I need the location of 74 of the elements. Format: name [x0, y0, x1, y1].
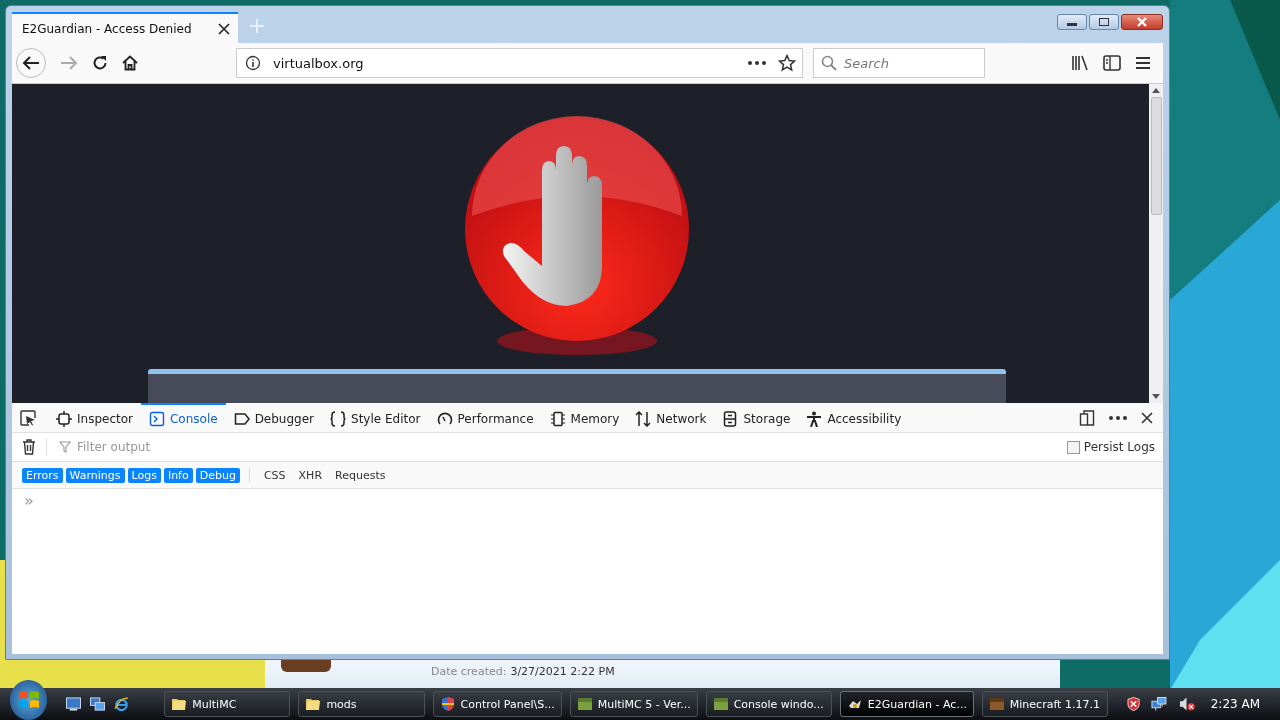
devtools-tab[interactable]: Memory — [541, 403, 628, 432]
address-bar[interactable]: virtualbox.org — [236, 48, 803, 78]
devtools-tab[interactable]: Style Editor — [322, 403, 429, 432]
clock[interactable]: 2:23 AM — [1210, 697, 1261, 711]
accessibility-person-icon — [806, 410, 823, 427]
shield-icon[interactable] — [1126, 696, 1141, 712]
taskbar-button[interactable]: Minecraft 1.17.1 — [981, 691, 1108, 717]
close-button[interactable] — [1121, 14, 1163, 30]
reload-icon[interactable] — [92, 55, 108, 71]
taskbar-button[interactable]: mods — [298, 691, 425, 717]
start-button[interactable] — [10, 680, 48, 720]
window-switch-icon[interactable] — [90, 697, 106, 711]
trash-icon[interactable] — [22, 439, 47, 455]
minimize-button[interactable] — [1057, 14, 1087, 30]
storage-icon — [722, 410, 739, 427]
search-icon — [821, 55, 837, 71]
chip-icon — [549, 410, 566, 427]
request-type-toggle[interactable]: Requests — [330, 467, 391, 483]
request-type-toggle[interactable]: XHR — [293, 467, 328, 483]
devtools-tab[interactable]: Debugger — [225, 403, 323, 432]
sidebar-icon[interactable] — [1103, 55, 1121, 71]
debugger-icon — [233, 410, 250, 427]
date-created-label: Date created: — [431, 665, 507, 678]
scroll-down-icon[interactable] — [1152, 394, 1160, 399]
close-icon[interactable] — [218, 22, 230, 35]
filter-icon — [59, 441, 71, 453]
devtools-tab[interactable]: Accessibility — [798, 403, 910, 432]
maximize-button[interactable] — [1089, 14, 1119, 30]
element-picker-icon[interactable] — [20, 409, 36, 426]
gauge-icon — [436, 410, 453, 427]
console-icon — [149, 410, 165, 427]
info-icon[interactable] — [245, 55, 261, 71]
log-level-toggle[interactable]: Debug — [195, 467, 240, 483]
taskbar-button[interactable]: Control Panel\S... — [432, 691, 562, 717]
dock-icon[interactable] — [1079, 409, 1095, 426]
search-field[interactable]: Search — [813, 48, 985, 78]
folder-icon — [305, 696, 322, 712]
star-icon[interactable] — [778, 54, 796, 72]
muted-speaker-icon[interactable] — [1178, 696, 1196, 712]
scroll-up-icon[interactable] — [1152, 88, 1160, 93]
date-created-value: 3/27/2021 2:22 PM — [510, 665, 615, 678]
desktop-icon[interactable] — [66, 697, 82, 711]
shield-icon — [439, 696, 456, 712]
up-down-arrows-icon — [635, 410, 652, 427]
menu-icon[interactable] — [1135, 56, 1151, 70]
log-level-toggle[interactable]: Errors — [22, 467, 63, 483]
taskbar-button[interactable]: E2Guardian - Ac... — [839, 691, 974, 717]
log-level-toggle[interactable]: Warnings — [65, 467, 125, 483]
log-level-toggle[interactable]: Info — [163, 467, 193, 483]
devtools-tab[interactable]: Inspector — [48, 403, 141, 432]
request-type-toggle[interactable]: CSS — [258, 467, 291, 483]
home-icon[interactable] — [122, 55, 138, 71]
more-icon[interactable] — [1109, 415, 1127, 420]
devtools-tab[interactable]: Console — [141, 403, 226, 432]
more-icon[interactable] — [748, 61, 766, 65]
network-icon[interactable] — [1151, 696, 1168, 712]
back-arrow-icon — [22, 55, 40, 71]
devtools-tab[interactable]: Storage — [714, 403, 799, 432]
library-icon[interactable] — [1071, 55, 1089, 71]
taskbar-button[interactable]: MultiMC 5 - Ver... — [569, 691, 698, 717]
taskbar-button[interactable]: MultiMC — [164, 691, 291, 717]
taskbar-button[interactable]: Console windo... — [705, 691, 832, 717]
browser-e-icon[interactable] — [114, 696, 130, 712]
devtools-tab[interactable]: Performance — [428, 403, 542, 432]
folder-icon — [171, 696, 188, 712]
browser-tab[interactable]: E2Guardian - Access Denied — [12, 12, 238, 43]
log-level-toggle[interactable]: Logs — [127, 467, 161, 483]
inspector-icon — [56, 410, 72, 427]
close-icon — [1136, 17, 1148, 27]
braces-icon — [330, 410, 347, 427]
scrollbar[interactable] — [1149, 84, 1163, 403]
devtools-tab[interactable]: Network — [627, 403, 715, 432]
persist-logs-checkbox[interactable]: Persist Logs — [1066, 440, 1155, 454]
close-icon[interactable] — [1141, 411, 1153, 424]
